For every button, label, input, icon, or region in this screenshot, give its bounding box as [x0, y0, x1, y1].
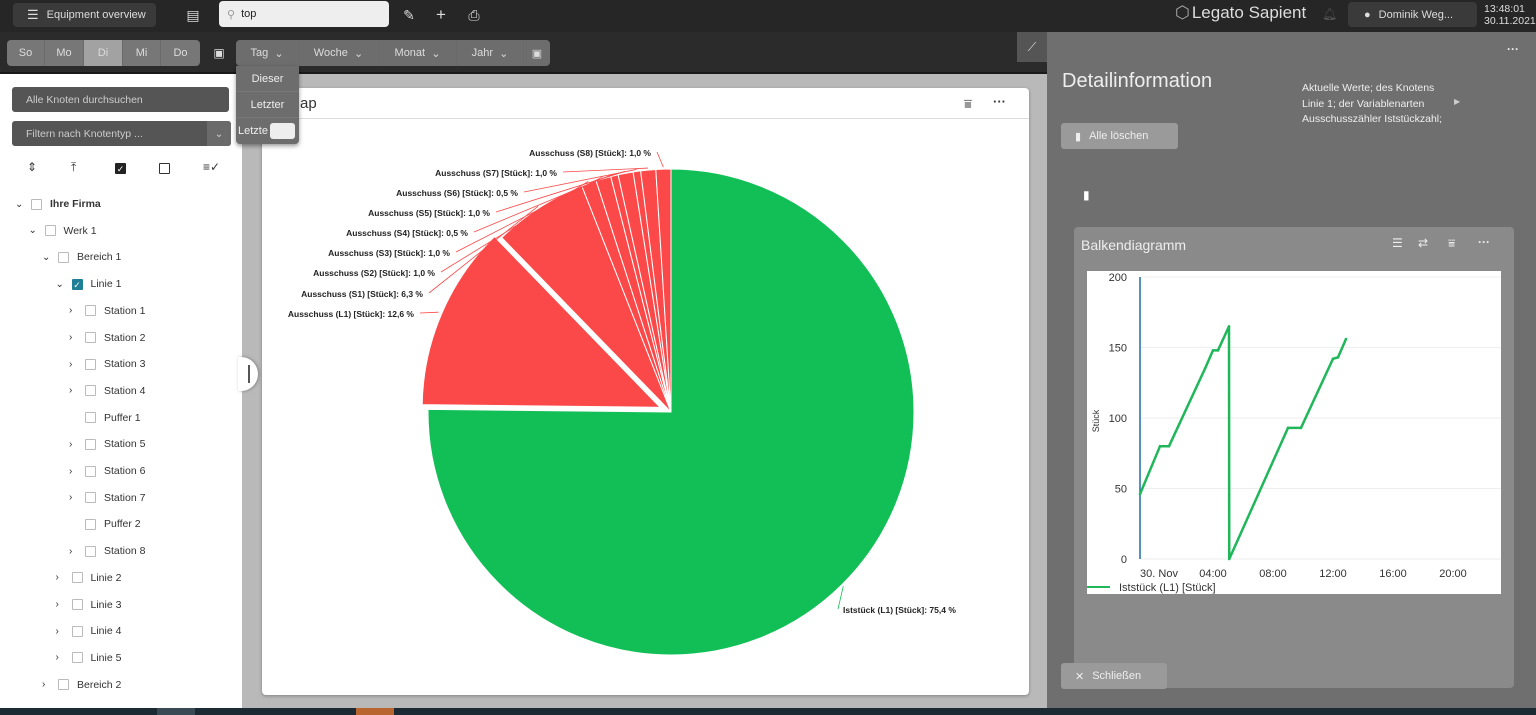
clock-time: 13:48:01: [1484, 3, 1525, 15]
y-axis-label: Stück: [1091, 409, 1101, 432]
data-point[interactable]: [1216, 349, 1220, 352]
y-tick-label: 100: [1109, 413, 1127, 425]
close-label: Schließen: [1092, 670, 1142, 682]
more-icon[interactable]: ···: [1478, 235, 1490, 249]
pie-label: Ausschuss (S1) [Stück]: 6,3 %: [301, 289, 423, 299]
pie-leader-line: [656, 151, 664, 168]
dropdown-item-letzter[interactable]: Letzter: [236, 92, 299, 118]
taskbar-item[interactable]: [356, 708, 394, 715]
trash-icon[interactable]: ▮: [1083, 188, 1090, 202]
data-point[interactable]: [1203, 367, 1207, 370]
bell-icon[interactable]: 🔔︎: [1322, 7, 1337, 21]
detail-info: Aktuelle Werte; des Knotens Linie 1; der…: [1302, 81, 1442, 128]
data-point[interactable]: [1227, 557, 1231, 561]
pie-label: Ausschuss (S7) [Stück]: 1,0 %: [435, 168, 557, 178]
close-button[interactable]: ✕ Schließen: [1061, 663, 1167, 689]
trash-icon: ▮: [1075, 130, 1082, 143]
trend-icon[interactable]: ⟋: [1017, 32, 1047, 62]
brand-name: Legato Sapient: [1191, 3, 1307, 22]
user-icon: ●: [1364, 8, 1371, 21]
clock-date: 30.11.2021: [1484, 15, 1536, 27]
info-line: Ausschusszähler Iststückzahl;: [1302, 113, 1443, 125]
line-chart: 0 50 100 150 200 30. Nov 04:00 08:00 12:00 16:00 2…: [1087, 272, 1501, 594]
y-tick-label: 50: [1115, 484, 1127, 496]
clear-all-button[interactable]: ▮ Alle löschen: [1061, 123, 1178, 149]
data-point[interactable]: [1158, 444, 1162, 448]
data-point[interactable]: [1299, 426, 1303, 430]
pie-chart: Iststück (L1) [Stück]: 75,4 % Ausschuss (…: [288, 148, 956, 656]
pie-label: Ausschuss (L1) [Stück]: 12,6 %: [288, 309, 415, 319]
info-line: Linie 1; der Variablenarten: [1302, 97, 1425, 110]
x-tick-label: 08:00: [1259, 568, 1287, 580]
legend-label[interactable]: Iststück (L1) [Stück]: [1119, 582, 1216, 594]
pie-label: Ausschuss (S4) [Stück]: 0,5 %: [346, 228, 468, 238]
data-point[interactable]: [1331, 357, 1335, 361]
pie-label: Iststück (L1) [Stück]: 75,4 %: [843, 605, 956, 615]
hexagon-logo-icon: ⬡: [1175, 3, 1190, 22]
data-point[interactable]: [1138, 492, 1142, 496]
taskbar-item[interactable]: [157, 708, 195, 715]
info-line: Aktuelle Werte; des Knotens: [1302, 82, 1435, 94]
pie-label: Ausschuss (S3) [Stück]: 1,0 %: [328, 248, 450, 258]
clear-all-label: Alle löschen: [1089, 130, 1149, 142]
close-icon: ✕: [1075, 670, 1085, 683]
user-button[interactable]: ● Dominik Weg...: [1348, 2, 1477, 27]
data-point[interactable]: [1336, 356, 1340, 359]
y-tick-label: 150: [1109, 343, 1127, 355]
pie-leader-line: [419, 311, 439, 314]
taskbar: [0, 708, 1536, 715]
letzte-count-input[interactable]: [270, 123, 295, 139]
clock: 13:48:01 30.11.2021: [1484, 3, 1536, 27]
data-point[interactable]: [1344, 337, 1348, 341]
list-icon[interactable]: ☰: [1392, 236, 1403, 250]
swap-icon[interactable]: ⇄: [1418, 236, 1428, 250]
x-tick-label: 30. Nov: [1140, 568, 1178, 580]
detail-title: Detailinformation: [1062, 70, 1213, 92]
data-point[interactable]: [1286, 426, 1290, 430]
y-tick-label: 0: [1121, 554, 1127, 566]
line-chart-area: 0 50 100 150 200 30. Nov 04:00 08:00 12:00 16:00 2…: [1087, 271, 1501, 594]
chart-card-title: Balkendiagramm: [1081, 237, 1187, 253]
x-tick-label: 04:00: [1199, 568, 1227, 580]
data-point[interactable]: [1211, 349, 1215, 352]
x-tick-label: 20:00: [1439, 568, 1467, 580]
pie-label: Ausschuss (S5) [Stück]: 1,0 %: [368, 208, 490, 218]
logo: ⬡ Legato Sapient: [1175, 0, 1306, 26]
x-tick-label: 12:00: [1319, 568, 1347, 580]
x-tick-label: 16:00: [1379, 568, 1407, 580]
data-point[interactable]: [1167, 444, 1171, 448]
caret-right-icon[interactable]: ▶: [1454, 97, 1460, 106]
period-dropdown: Dieser Letzter Letzte: [236, 66, 299, 144]
pie-label: Ausschuss (S6) [Stück]: 0,5 %: [396, 188, 518, 198]
y-tick-label: 200: [1109, 272, 1127, 284]
dropdown-item-letzte: Letzte: [238, 125, 268, 137]
data-point[interactable]: [1227, 325, 1231, 328]
user-name: Dominik Weg...: [1378, 8, 1454, 21]
series-line[interactable]: [1138, 325, 1348, 560]
more-icon[interactable]: ···: [1507, 42, 1519, 56]
dropdown-item-dieser[interactable]: Dieser: [236, 66, 299, 92]
pie-label: Ausschuss (S8) [Stück]: 1,0 %: [529, 148, 651, 158]
filter-icon[interactable]: ⩸: [1448, 236, 1455, 251]
pie-label: Ausschuss (S2) [Stück]: 1,0 %: [313, 268, 435, 278]
